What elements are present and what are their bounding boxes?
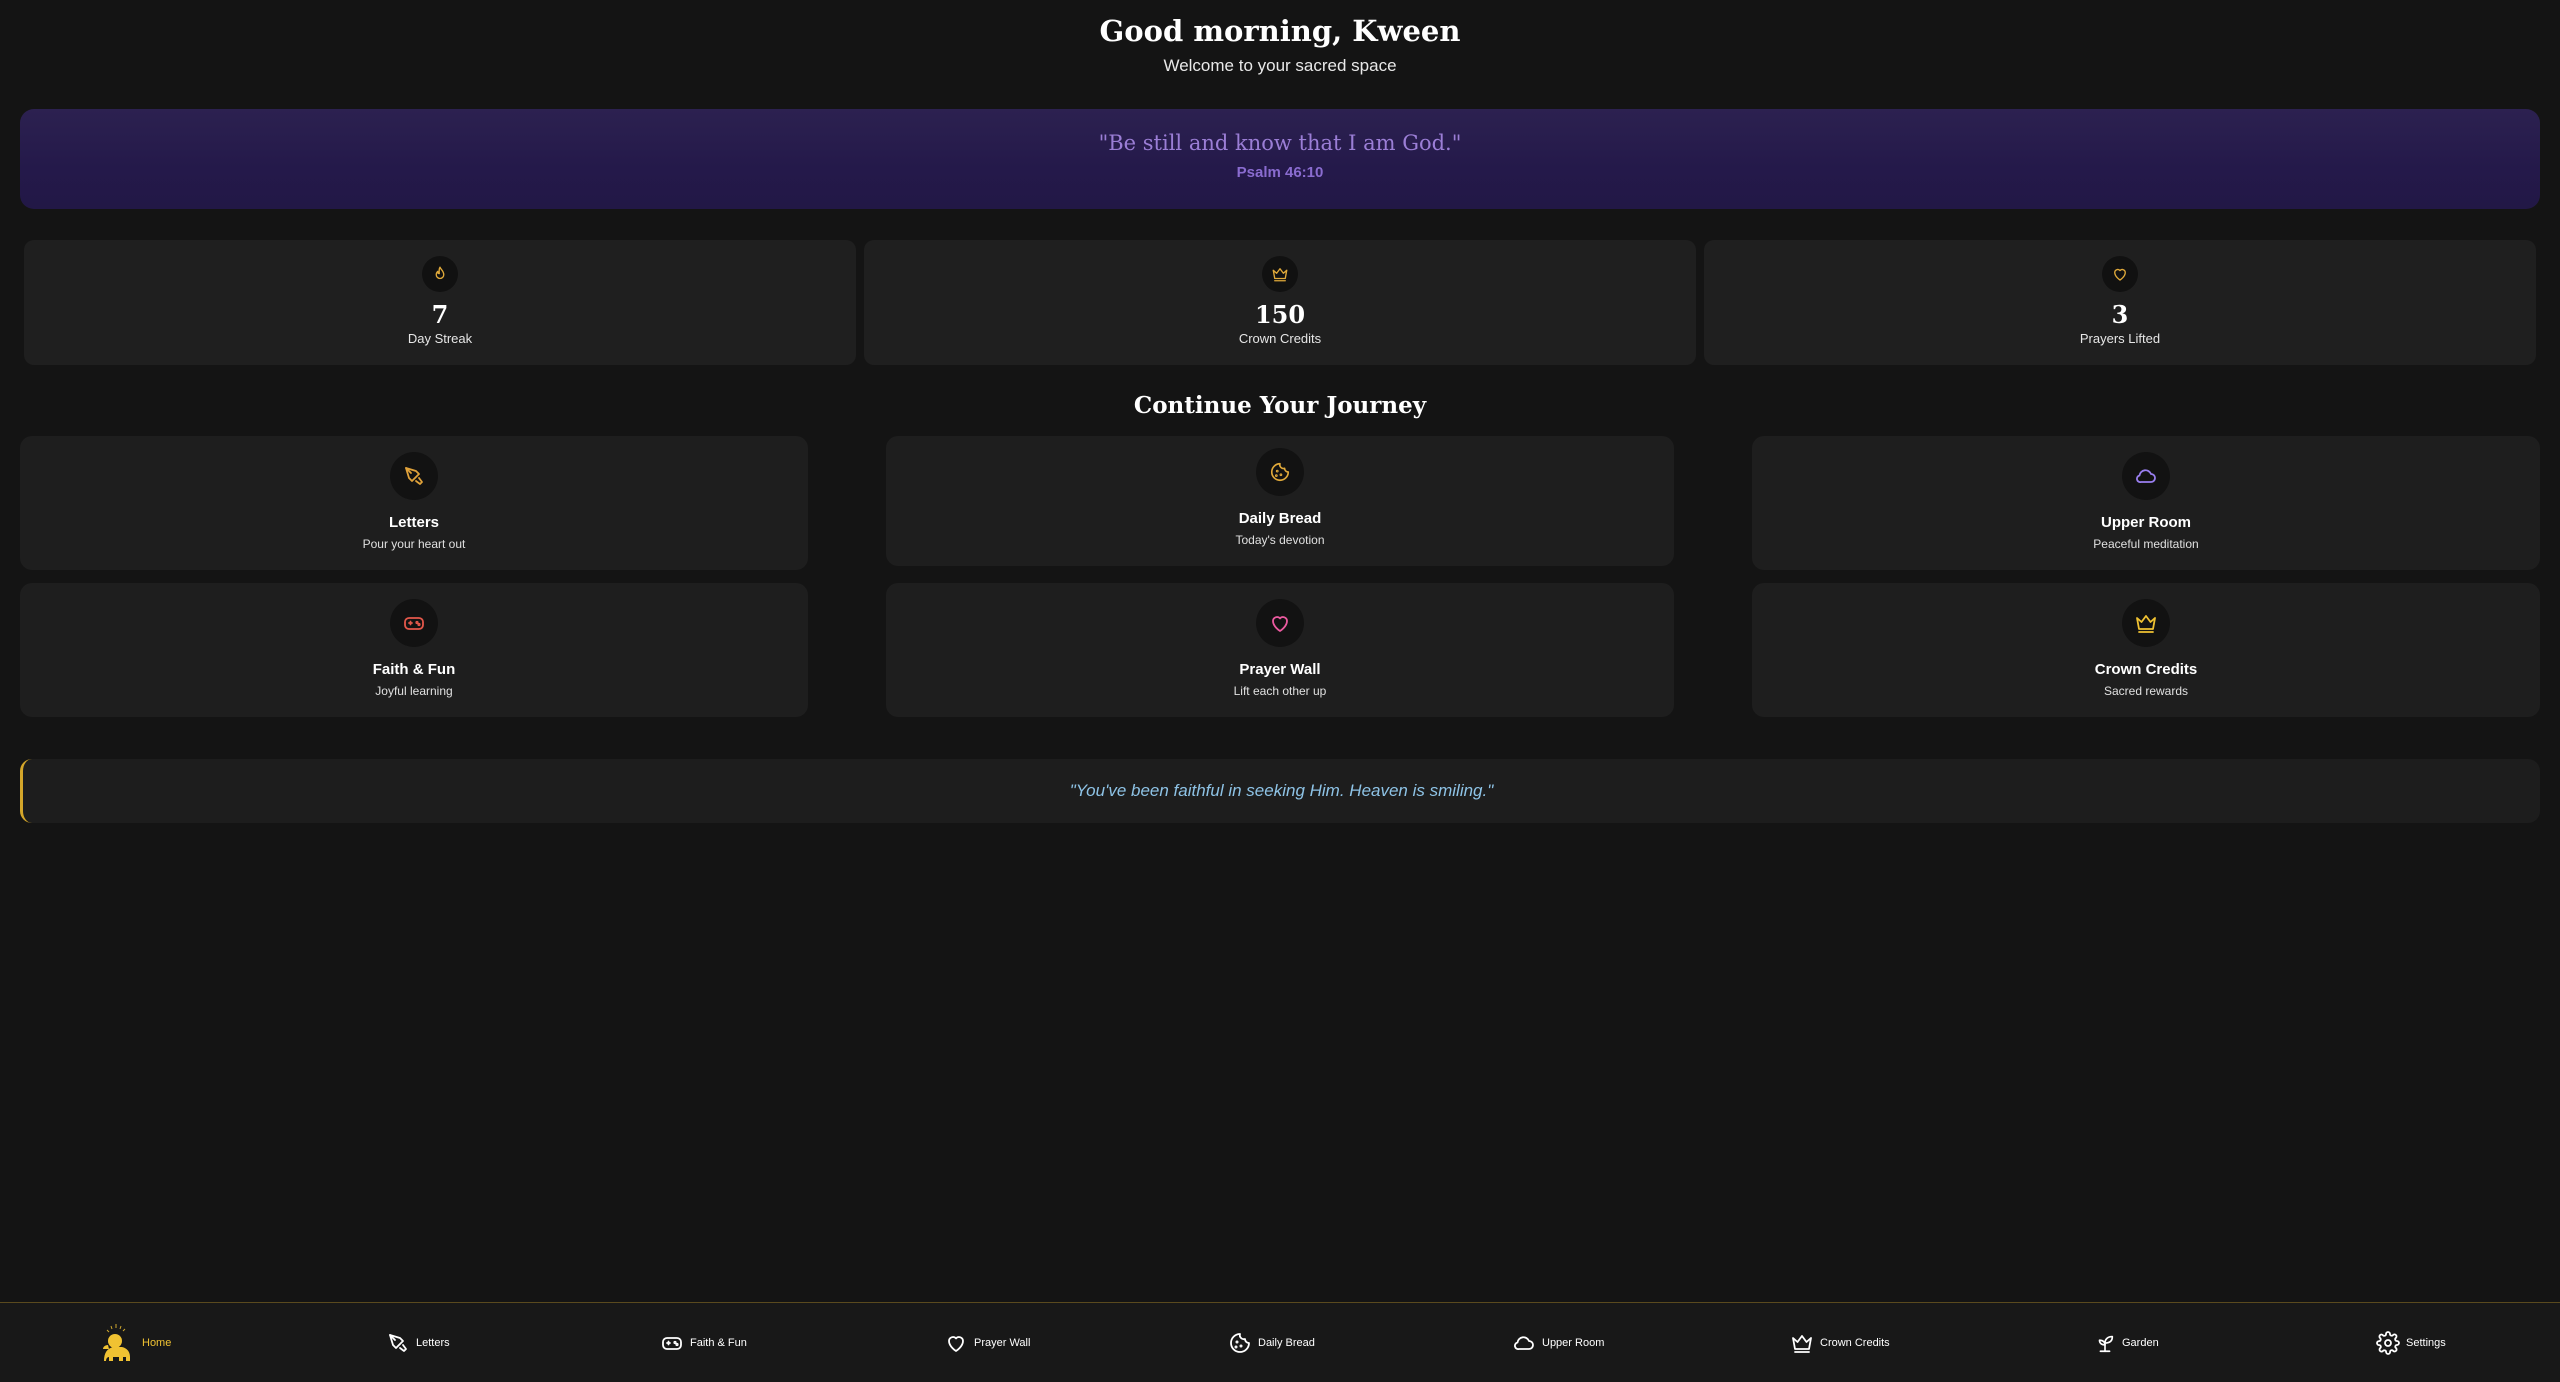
stat-label: Crown Credits	[1238, 331, 1322, 346]
card-subtitle: Sacred rewards	[2103, 684, 2189, 698]
crown-icon	[1790, 1331, 1814, 1355]
page-header: Good morning, Kween Welcome to your sacr…	[0, 0, 2560, 76]
bottom-nav: Home Letters Faith & Fun Prayer Wall Dai…	[0, 1302, 2560, 1382]
section-title: Continue Your Journey	[1133, 392, 1427, 419]
stat-value: 3	[2111, 300, 2129, 329]
heart-icon	[2102, 256, 2138, 292]
nav-label: Crown Credits	[1820, 1337, 1890, 1349]
card-letters[interactable]: Letters Pour your heart out	[20, 436, 808, 570]
nav-label: Daily Bread	[1258, 1337, 1315, 1349]
cookie-bread-icon	[1256, 448, 1304, 496]
nav-label: Prayer Wall	[974, 1337, 1031, 1349]
verse-text: "Be still and know that I am God."	[1098, 131, 1462, 155]
encouragement-card: "You've been faithful in seeking Him. He…	[20, 759, 2540, 823]
stat-label: Day Streak	[407, 331, 473, 346]
nav-label: Faith & Fun	[690, 1337, 747, 1349]
nav-item-faith-fun[interactable]: Faith & Fun	[660, 1303, 747, 1382]
crown-icon	[1262, 256, 1298, 292]
welcome-subtitle: Welcome to your sacred space	[1163, 56, 1397, 75]
cloud-icon	[2122, 452, 2170, 500]
card-daily-bread[interactable]: Daily Bread Today's devotion	[886, 436, 1674, 566]
nav-item-letters[interactable]: Letters	[386, 1303, 450, 1382]
verse-banner: "Be still and know that I am God." Psalm…	[20, 109, 2540, 209]
stat-prayers-lifted: 3 Prayers Lifted	[1704, 240, 2536, 365]
nav-item-crown-credits[interactable]: Crown Credits	[1790, 1303, 1890, 1382]
stat-value: 150	[1254, 300, 1306, 329]
nav-item-garden[interactable]: Garden	[2094, 1303, 2159, 1382]
flame-icon	[422, 256, 458, 292]
nav-label: Settings	[2406, 1337, 2446, 1349]
sprout-icon	[2094, 1331, 2116, 1355]
card-title: Daily Bread	[1238, 510, 1322, 527]
card-faith-fun[interactable]: Faith & Fun Joyful learning	[20, 583, 808, 717]
card-upper-room[interactable]: Upper Room Peaceful meditation	[1752, 436, 2540, 570]
card-title: Crown Credits	[2094, 661, 2198, 678]
stat-day-streak: 7 Day Streak	[24, 240, 856, 365]
feather-pen-icon	[386, 1331, 410, 1355]
card-subtitle: Peaceful meditation	[2093, 537, 2199, 551]
card-subtitle: Lift each other up	[1233, 684, 1327, 698]
cookie-bread-icon	[1228, 1331, 1252, 1355]
stat-label: Prayers Lifted	[2079, 331, 2161, 346]
card-title: Prayer Wall	[1239, 661, 1321, 678]
nav-label: Letters	[416, 1337, 450, 1349]
card-subtitle: Today's devotion	[1235, 533, 1325, 547]
gamepad-icon	[660, 1331, 684, 1355]
nav-item-upper-room[interactable]: Upper Room	[1512, 1303, 1604, 1382]
crown-icon	[2122, 599, 2170, 647]
nav-label: Upper Room	[1542, 1337, 1605, 1349]
card-subtitle: Joyful learning	[375, 684, 453, 698]
gamepad-icon	[390, 599, 438, 647]
gear-icon	[2376, 1331, 2400, 1355]
nav-item-settings[interactable]: Settings	[2376, 1303, 2446, 1382]
nav-item-daily-bread[interactable]: Daily Bread	[1228, 1303, 1315, 1382]
nav-label: Home	[142, 1337, 172, 1349]
page-title: Good morning, Kween	[1099, 14, 1461, 48]
feather-pen-icon	[390, 452, 438, 500]
encouragement-text: "You've been faithful in seeking Him. He…	[1069, 781, 1494, 800]
cloud-icon	[1512, 1331, 1536, 1355]
card-title: Faith & Fun	[372, 661, 456, 678]
nav-item-home[interactable]: Home	[98, 1303, 171, 1382]
card-crown-credits[interactable]: Crown Credits Sacred rewards	[1752, 583, 2540, 717]
nav-item-prayer-wall[interactable]: Prayer Wall	[944, 1303, 1030, 1382]
card-title: Upper Room	[2101, 514, 2191, 531]
card-title: Letters	[388, 514, 440, 531]
nav-label: Garden	[2122, 1337, 2159, 1349]
card-subtitle: Pour your heart out	[362, 537, 466, 551]
heart-icon	[944, 1331, 968, 1355]
lion-icon	[98, 1323, 136, 1363]
verse-reference: Psalm 46:10	[1236, 164, 1324, 181]
stat-crown-credits: 150 Crown Credits	[864, 240, 1696, 365]
heart-icon	[1256, 599, 1304, 647]
stat-value: 7	[431, 300, 449, 329]
card-prayer-wall[interactable]: Prayer Wall Lift each other up	[886, 583, 1674, 717]
